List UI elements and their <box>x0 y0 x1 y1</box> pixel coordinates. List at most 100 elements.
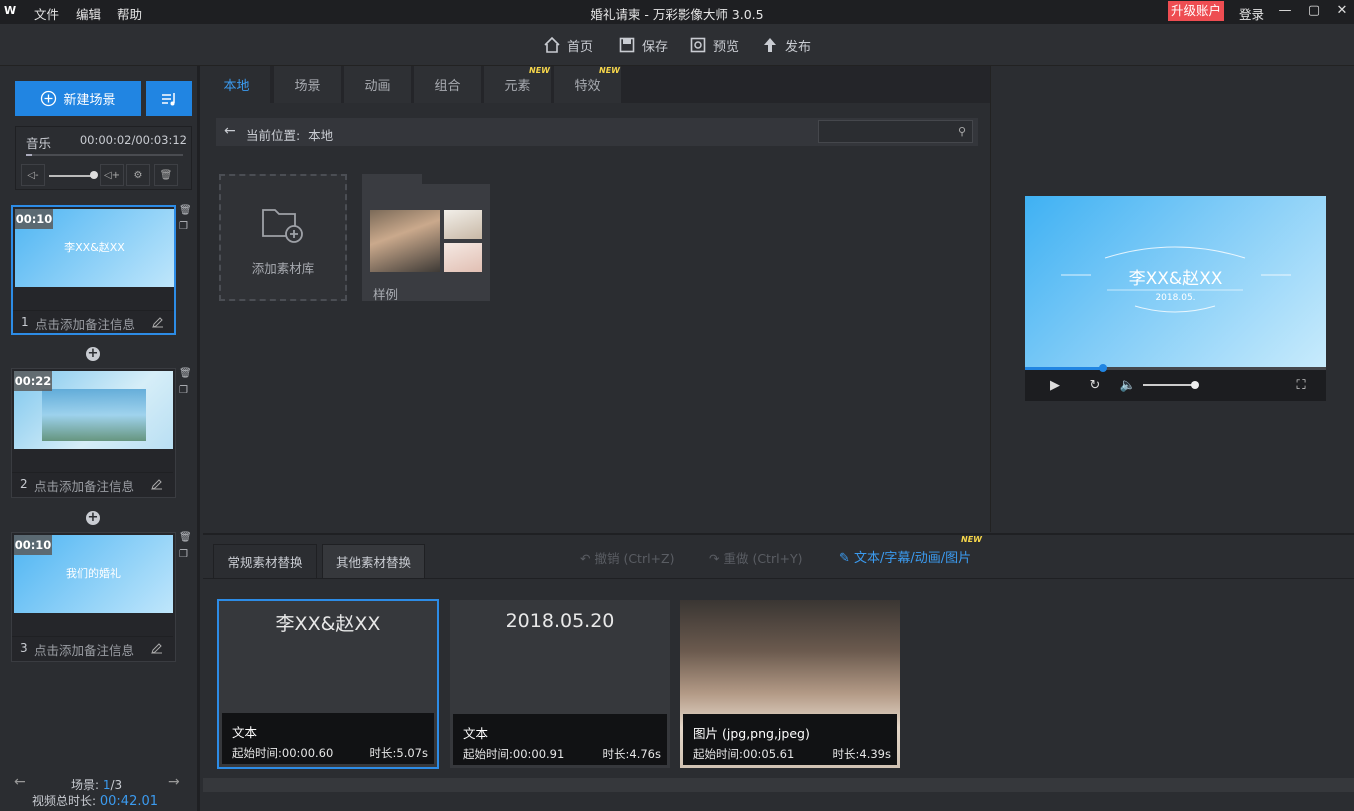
volume-down-icon[interactable]: ◁- <box>21 164 45 186</box>
library-tabs: 本地 场景 动画 组合 元素 特效 NEW NEW <box>203 66 990 103</box>
total-duration-value: 00:42.01 <box>99 794 159 809</box>
trash-icon[interactable]: 🗑 <box>179 368 192 380</box>
video-preview[interactable]: 李XX&赵XX 2018.05. <box>1025 196 1326 367</box>
copy-icon[interactable]: ❐ <box>179 221 191 233</box>
scene-duration: 00:22 <box>14 371 52 391</box>
save-button[interactable]: 保存 <box>618 35 668 55</box>
scene-note[interactable]: 点击添加备注信息 <box>34 640 134 659</box>
redo-button[interactable]: ↷ 重做 (Ctrl+Y) <box>709 548 803 567</box>
scene-counter-label: 场景: <box>71 778 100 792</box>
maximize-icon[interactable]: ▢ <box>1307 4 1321 18</box>
scene-item[interactable]: 我们的婚礼 00:10 3 点击添加备注信息 <box>11 532 176 662</box>
scene-counter-current: 1 <box>102 778 111 792</box>
material-card[interactable]: 2018.05.20 文本 起始时间:00:00.91 时长:4.76s <box>449 599 671 769</box>
scene-note[interactable]: 点击添加备注信息 <box>35 314 135 333</box>
add-scene-icon[interactable]: + <box>86 347 100 361</box>
scene-number: 2 <box>20 477 28 491</box>
card-start-time: 起始时间:00:05.61 <box>693 747 795 761</box>
card-duration: 时长:4.76s <box>602 747 661 761</box>
folder-thumbnail-baby <box>370 210 440 272</box>
minimize-icon[interactable]: — <box>1278 4 1292 18</box>
close-icon[interactable]: ✕ <box>1335 4 1349 18</box>
prev-scene-arrow-icon[interactable]: ← <box>14 774 26 790</box>
total-duration: 视频总时长: 00:42.01 <box>32 792 158 809</box>
scene-number: 1 <box>21 315 29 329</box>
trash-icon[interactable]: 🗑 <box>179 532 192 544</box>
fullscreen-icon[interactable]: ⛶ <box>1293 377 1309 393</box>
save-icon <box>618 36 636 54</box>
back-arrow-icon[interactable]: ← <box>224 123 236 139</box>
tab-local[interactable]: 本地 <box>203 66 272 103</box>
main-toolbar: 首页 保存 预览 发布 <box>0 24 1354 66</box>
card-start-time: 起始时间:00:00.91 <box>463 747 565 761</box>
add-scene-icon[interactable]: + <box>86 511 100 525</box>
new-badge: NEW <box>599 66 620 75</box>
horizontal-scrollbar[interactable] <box>203 778 1354 792</box>
new-badge: NEW <box>529 66 550 75</box>
playback-progress-bar[interactable] <box>1025 364 1326 372</box>
next-scene-arrow-icon[interactable]: → <box>168 774 180 790</box>
breadcrumb: ← 当前位置: 本地 ⚲ <box>216 118 978 146</box>
scene-footer: 1 点击添加备注信息 <box>13 310 174 333</box>
tab-regular-replace[interactable]: 常规素材替换 <box>213 544 317 578</box>
gear-icon[interactable]: ⚙ <box>126 164 150 186</box>
edit-icon[interactable] <box>152 316 166 330</box>
trash-icon[interactable]: 🗑 <box>154 164 178 186</box>
home-button[interactable]: 首页 <box>543 35 593 55</box>
edit-icon[interactable] <box>151 478 165 492</box>
upgrade-account-button[interactable]: 升级账户 <box>1168 1 1224 21</box>
scene-footer: 2 点击添加备注信息 <box>12 472 173 495</box>
pencil-icon: ✎ <box>839 551 850 566</box>
login-button[interactable]: 登录 <box>1239 4 1264 23</box>
publish-button[interactable]: 发布 <box>761 35 811 55</box>
volume-slider-handle[interactable] <box>90 171 98 179</box>
search-icon[interactable]: ⚲ <box>958 125 966 138</box>
sample-folder[interactable]: 样例 <box>362 174 490 302</box>
folder-add-icon <box>262 209 303 243</box>
tab-other-replace[interactable]: 其他素材替换 <box>322 544 425 578</box>
card-duration: 时长:4.39s <box>832 747 891 761</box>
material-card[interactable]: 李XX&赵XX 文本 起始时间:00:00.60 时长:5.07s <box>217 599 439 769</box>
breadcrumb-text: 当前位置: 本地 <box>246 125 333 144</box>
player-volume-slider[interactable] <box>1143 384 1195 386</box>
scene-counter: 场景: 1/3 <box>71 776 122 793</box>
card-preview-text: 2018.05.20 <box>505 610 615 632</box>
volume-icon[interactable]: 🔈 <box>1120 377 1136 393</box>
title-bar: W 文件 编辑 帮助 婚礼请柬 - 万彩影像大师 3.0.5 升级账户 登录 —… <box>0 0 1354 24</box>
breadcrumb-label: 当前位置: <box>246 128 301 143</box>
music-progress-bar[interactable] <box>26 154 183 156</box>
replay-icon[interactable]: ↻ <box>1087 377 1103 393</box>
play-icon[interactable]: ▶ <box>1047 377 1063 393</box>
volume-slider[interactable] <box>49 175 93 177</box>
tab-animation[interactable]: 动画 <box>344 66 413 103</box>
player-volume-handle[interactable] <box>1191 381 1199 389</box>
copy-icon[interactable]: ❐ <box>179 549 191 561</box>
scene-thumbnail-title: 李XX&赵XX <box>64 241 125 254</box>
undo-button[interactable]: ↶ 撤销 (Ctrl+Z) <box>580 548 674 567</box>
material-library: 本地 场景 动画 组合 元素 特效 NEW NEW ← 当前位置: 本地 ⚲ 添… <box>203 66 990 532</box>
search-input[interactable]: ⚲ <box>818 120 973 143</box>
trash-icon[interactable]: 🗑 <box>179 205 192 217</box>
add-library-button[interactable]: 添加素材库 <box>219 174 347 301</box>
edit-icon[interactable] <box>151 642 165 656</box>
material-card[interactable]: 图片 (jpg,png,jpeg) 起始时间:00:05.61 时长:4.39s <box>679 599 901 769</box>
scene-note[interactable]: 点击添加备注信息 <box>34 476 134 495</box>
save-label: 保存 <box>642 39 669 55</box>
scene-item[interactable]: 李XX&赵XX 00:10 1 点击添加备注信息 <box>11 205 176 335</box>
home-icon <box>543 36 561 54</box>
text-subtitle-link[interactable]: ✎ 文本/字幕/动画/图片 <box>839 547 971 566</box>
tab-scene[interactable]: 场景 <box>274 66 343 103</box>
tab-combination[interactable]: 组合 <box>414 66 483 103</box>
card-type: 文本 <box>463 726 489 741</box>
redo-label: 重做 (Ctrl+Y) <box>723 551 803 566</box>
preview-button[interactable]: 预览 <box>689 35 739 55</box>
preview-icon <box>689 36 707 54</box>
volume-up-icon[interactable]: ◁+ <box>100 164 124 186</box>
copy-icon[interactable]: ❐ <box>179 385 191 397</box>
scene-item[interactable]: 00:22 2 点击添加备注信息 <box>11 368 176 498</box>
scene-list-button[interactable] <box>146 81 192 116</box>
scene-thumbnail-photo <box>42 389 146 441</box>
new-scene-button[interactable]: 新建场景 <box>15 81 141 116</box>
scene-duration: 00:10 <box>14 535 52 555</box>
playback-progress-handle[interactable] <box>1099 364 1107 372</box>
